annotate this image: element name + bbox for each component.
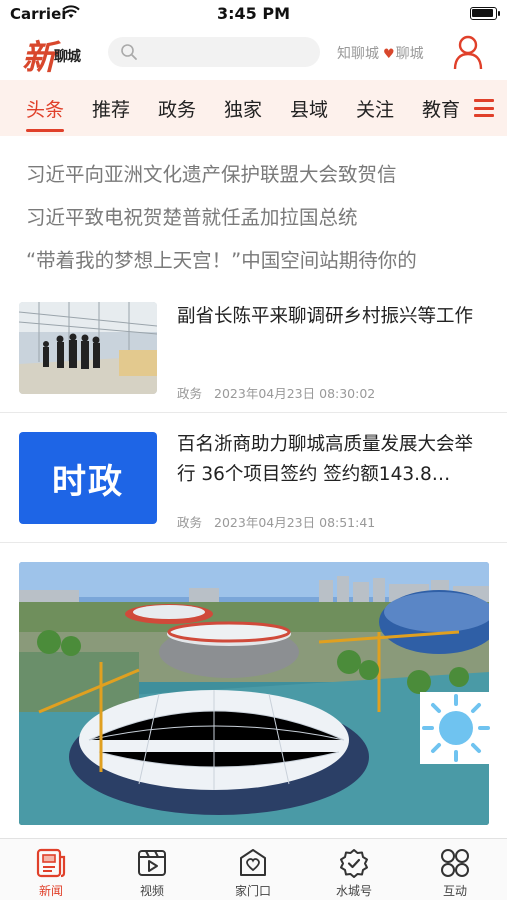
tab-xianyu[interactable]: 县域 xyxy=(290,95,328,122)
headline-item[interactable]: 习近平向亚洲文化遗产保护联盟大会致贺信 xyxy=(26,158,492,187)
clock: 3:45 PM xyxy=(216,4,290,23)
tab-zhengwu[interactable]: 政务 xyxy=(158,95,196,122)
app-logo[interactable]: 新 聊城 xyxy=(20,32,90,78)
active-tab-indicator xyxy=(26,129,64,132)
video-icon xyxy=(138,850,166,876)
news-item[interactable]: 时政 百名浙商助力聊城高质量发展大会举行 36个项目签约 签约额143.8… 政… xyxy=(0,430,507,542)
tab-jiaoyu[interactable]: 教育 xyxy=(422,95,460,122)
news-thumbnail: 时政 xyxy=(19,432,157,524)
slogan-left: 知聊城 xyxy=(337,46,379,62)
tab-dujia[interactable]: 独家 xyxy=(224,95,262,122)
news-title: 副省长陈平来聊调研乡村振兴等工作 xyxy=(177,306,474,327)
app-header: 新 聊城 知聊城 ♥聊城 xyxy=(0,28,507,78)
news-thumbnail xyxy=(19,302,157,394)
menu-icon[interactable] xyxy=(474,99,494,117)
logo-char: 新 xyxy=(22,38,56,78)
battery-icon xyxy=(470,7,500,20)
divider xyxy=(0,412,507,413)
bottom-tab-bar: 新闻 视频 家门口 水城号 互动 xyxy=(0,838,507,900)
news-meta: 政务 2023年04月23日 08:30:02 xyxy=(177,383,375,402)
tabbar-label: 家门口 xyxy=(234,884,271,898)
slogan-right: 聊城 xyxy=(395,46,424,62)
tabbar-shuichenghao[interactable]: 水城号 xyxy=(304,839,404,900)
tabbar-interact[interactable]: 互动 xyxy=(405,839,505,900)
weather-widget[interactable] xyxy=(420,692,492,764)
channel-tabs: 头条 推荐 政务 独家 县域 关注 教育 xyxy=(0,80,507,136)
search-icon xyxy=(121,44,137,60)
sun-icon xyxy=(422,694,490,762)
news-title: 百名浙商助力聊城高质量发展大会举行 36个项目签约 签约额143.8… xyxy=(177,434,474,485)
tabbar-video[interactable]: 视频 xyxy=(102,839,202,900)
logo-text: 聊城 xyxy=(54,49,81,65)
headline-item[interactable]: “带着我的梦想上天宫！”中国空间站期待你的 xyxy=(26,244,492,273)
grid-icon xyxy=(441,849,469,877)
news-category: 政务 xyxy=(177,515,203,530)
slogan: 知聊城 ♥聊城 xyxy=(337,43,424,63)
tab-guanzhu[interactable]: 关注 xyxy=(356,95,394,122)
user-icon[interactable] xyxy=(452,34,484,70)
tabbar-label: 视频 xyxy=(139,884,164,898)
heart-icon: ♥ xyxy=(383,47,395,62)
news-meta: 政务 2023年04月23日 08:51:41 xyxy=(177,512,375,531)
tab-tuijian[interactable]: 推荐 xyxy=(92,95,130,122)
badge-check-icon xyxy=(340,849,368,878)
divider xyxy=(0,542,507,543)
tabbar-label: 新闻 xyxy=(38,884,63,898)
thumbnail-text: 时政 xyxy=(52,461,124,502)
tabbar-label: 互动 xyxy=(442,884,467,898)
news-category: 政务 xyxy=(177,386,203,401)
news-item[interactable]: 副省长陈平来聊调研乡村振兴等工作 政务 2023年04月23日 08:30:02 xyxy=(0,300,507,412)
search-bar[interactable] xyxy=(108,37,320,67)
tab-toutiao[interactable]: 头条 xyxy=(26,95,64,122)
tabbar-news[interactable]: 新闻 xyxy=(1,839,101,900)
news-time: 2023年04月23日 08:30:02 xyxy=(214,386,376,401)
featured-image[interactable] xyxy=(19,562,489,825)
headline-item[interactable]: 习近平致电祝贺楚普就任孟加拉国总统 xyxy=(26,201,492,230)
tabbar-home[interactable]: 家门口 xyxy=(203,839,303,900)
news-time: 2023年04月23日 08:51:41 xyxy=(214,515,376,530)
home-heart-icon xyxy=(240,849,266,876)
status-bar: Carrier 3:45 PM xyxy=(0,0,507,28)
tabbar-label: 水城号 xyxy=(335,884,372,898)
news-icon xyxy=(36,848,66,878)
